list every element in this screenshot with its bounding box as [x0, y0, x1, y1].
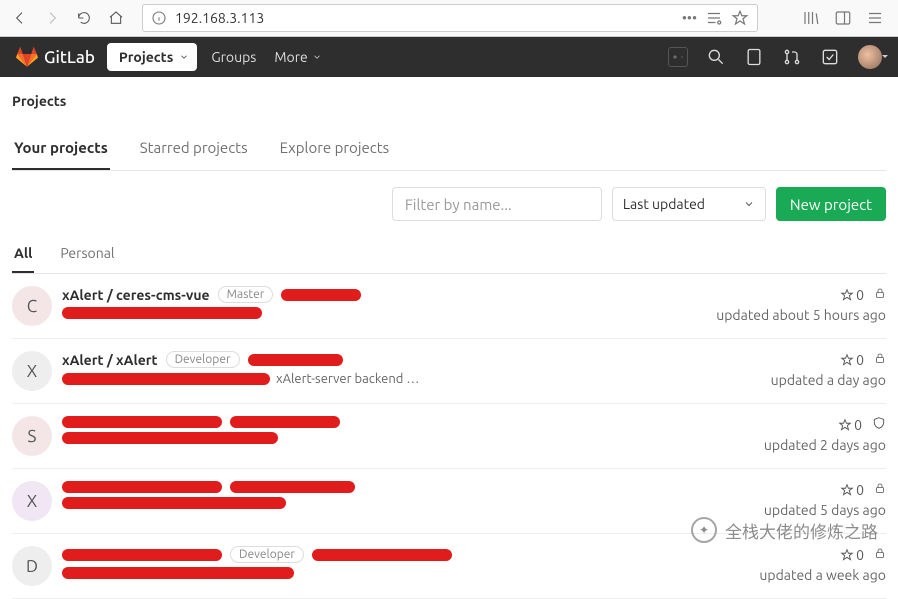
projects-dropdown[interactable]: Projects: [107, 43, 197, 71]
subtab-personal[interactable]: Personal: [58, 237, 116, 273]
role-badge: Developer: [166, 351, 240, 368]
project-avatar: X: [12, 481, 52, 521]
visibility-icon: [874, 546, 886, 563]
tab-starred-projects[interactable]: Starred projects: [138, 129, 250, 170]
new-project-button[interactable]: New project: [776, 187, 886, 221]
user-avatar-menu[interactable]: [858, 45, 882, 69]
star-count[interactable]: 0: [838, 417, 862, 433]
new-dropdown[interactable]: [668, 47, 688, 67]
updated-time: updated 2 days ago: [764, 437, 886, 453]
forward-button: [38, 4, 66, 32]
page-title: Projects: [12, 89, 886, 129]
tanuki-icon: [16, 46, 38, 68]
star-count[interactable]: 0: [840, 482, 864, 498]
url-text: 192.168.3.113: [175, 10, 674, 26]
browser-toolbar: 192.168.3.113 •••: [0, 0, 898, 37]
bookmark-star-icon[interactable]: [731, 9, 749, 27]
home-button[interactable]: [102, 4, 130, 32]
project-scope-tabs: Your projects Starred projects Explore p…: [12, 129, 886, 171]
search-icon[interactable]: [706, 47, 726, 67]
chevron-down-icon: [743, 198, 755, 210]
role-badge: Developer: [230, 546, 304, 563]
gitlab-logo[interactable]: GitLab: [16, 46, 95, 68]
sort-dropdown[interactable]: Last updated: [612, 187, 766, 221]
subtab-all[interactable]: All: [12, 237, 34, 273]
issues-icon[interactable]: [744, 47, 764, 67]
tab-explore-projects[interactable]: Explore projects: [278, 129, 392, 170]
plus-icon: [672, 51, 678, 63]
nav-groups[interactable]: Groups: [211, 49, 256, 65]
visibility-icon: [874, 286, 886, 303]
project-avatar: S: [12, 416, 52, 456]
menu-icon[interactable]: [866, 9, 884, 27]
sidebar-icon[interactable]: [834, 9, 852, 27]
project-list: CxAlert / ceres-cms-vue Master 0 updated …: [12, 274, 886, 599]
updated-time: updated a week ago: [759, 567, 886, 583]
back-button[interactable]: [6, 4, 34, 32]
project-desc: xAlert-server backend …: [276, 372, 419, 386]
star-count[interactable]: 0: [840, 287, 864, 303]
chevron-down-icon: [680, 53, 684, 61]
merge-requests-icon[interactable]: [782, 47, 802, 67]
project-avatar: D: [12, 546, 52, 586]
project-row[interactable]: XxAlert / xAlert Developer xAlert-server…: [12, 339, 886, 404]
nav-more[interactable]: More: [274, 49, 321, 65]
project-name: xAlert / xAlert: [62, 352, 158, 368]
project-row[interactable]: D Developer 0 updated a week ago: [12, 534, 886, 599]
gitlab-navbar: GitLab Projects Groups More: [0, 37, 898, 77]
role-badge: Master: [218, 286, 274, 303]
tab-your-projects[interactable]: Your projects: [12, 129, 110, 170]
filter-input[interactable]: Filter by name...: [392, 187, 602, 221]
todos-icon[interactable]: [820, 47, 840, 67]
star-count[interactable]: 0: [840, 352, 864, 368]
brand-text: GitLab: [44, 48, 95, 67]
reader-icon[interactable]: [705, 9, 723, 27]
project-avatar: X: [12, 351, 52, 391]
star-count[interactable]: 0: [840, 547, 864, 563]
project-filter-tabs: All Personal: [12, 237, 886, 274]
updated-time: updated a day ago: [771, 372, 886, 388]
visibility-icon: [874, 481, 886, 498]
updated-time: updated 5 days ago: [764, 502, 886, 518]
reload-button[interactable]: [70, 4, 98, 32]
project-name: xAlert / ceres-cms-vue: [62, 287, 210, 303]
chevron-down-icon: [312, 52, 322, 62]
watermark: ✦ 全栈大佬的修炼之路: [691, 517, 878, 543]
project-row[interactable]: S 0 updated 2 days ago: [12, 404, 886, 469]
url-bar[interactable]: 192.168.3.113 •••: [142, 4, 758, 32]
library-icon[interactable]: [802, 9, 820, 27]
wechat-icon: ✦: [691, 517, 717, 543]
more-dots-icon[interactable]: •••: [682, 10, 697, 26]
chevron-down-icon: [179, 52, 189, 62]
project-row[interactable]: CxAlert / ceres-cms-vue Master 0 updated …: [12, 274, 886, 339]
visibility-icon: [874, 351, 886, 368]
visibility-icon: [872, 416, 886, 433]
updated-time: updated about 5 hours ago: [716, 307, 886, 323]
project-avatar: C: [12, 286, 52, 326]
info-icon: [151, 10, 167, 26]
